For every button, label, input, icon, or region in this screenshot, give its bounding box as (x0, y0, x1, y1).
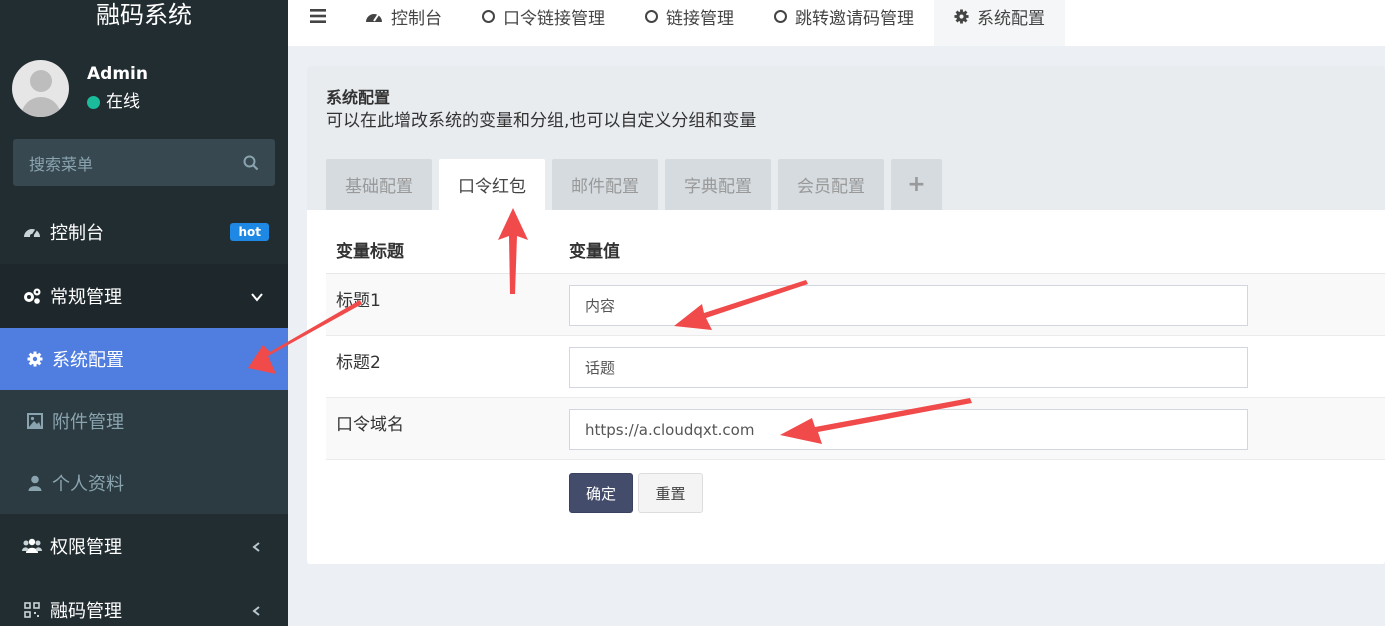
qrcode-icon (22, 601, 42, 619)
column-header-value: 变量值 (569, 242, 620, 262)
sidebar-item-rongma[interactable]: 融码管理 (0, 578, 288, 626)
sidebar-item-general[interactable]: 常规管理 (0, 264, 288, 328)
tab-dict-config[interactable]: 字典配置 (665, 159, 771, 210)
variable-value-input[interactable] (569, 409, 1248, 450)
circle-icon (645, 9, 658, 23)
app-root: 融码系统 Admin 在线 搜索菜单 控制台 hot 常规管理 系统配置 附件管… (0, 0, 1385, 626)
circle-icon (774, 9, 787, 23)
users-icon (22, 537, 42, 555)
gear-icon (26, 350, 44, 368)
config-table: 变量标题 变量值 标题1 标题2 口令域名 (326, 226, 1385, 460)
sidebar-submenu: 系统配置 附件管理 个人资料 (0, 328, 288, 514)
avatar (12, 59, 69, 117)
sidebar-item-attachments[interactable]: 附件管理 (0, 390, 288, 452)
image-icon (26, 412, 44, 430)
search-input[interactable]: 搜索菜单 (13, 139, 275, 186)
confirm-button[interactable]: 确定 (569, 473, 633, 513)
gear-icon (954, 8, 969, 24)
dashboard-icon (22, 223, 42, 241)
app-title: 融码系统 (96, 1, 192, 29)
column-header-title: 变量标题 (336, 242, 404, 262)
reset-button[interactable]: 重置 (638, 473, 703, 513)
form-actions: 确定 重置 (569, 473, 703, 513)
variable-label: 标题2 (336, 353, 381, 373)
sidebar-item-dashboard[interactable]: 控制台 hot (0, 200, 288, 264)
sidebar: 融码系统 Admin 在线 搜索菜单 控制台 hot 常规管理 系统配置 附件管… (0, 0, 288, 626)
config-panel: 系统配置 可以在此增改系统的变量和分组,也可以自定义分组和变量 基础配置 口令红… (307, 66, 1385, 564)
tab-dashboard[interactable]: 控制台 (348, 0, 462, 46)
variable-value-input[interactable] (569, 347, 1248, 388)
variable-label: 口令域名 (336, 415, 404, 435)
tab-password-link[interactable]: 口令链接管理 (462, 0, 625, 46)
hamburger-icon (310, 9, 326, 23)
search-icon (243, 155, 259, 170)
table-row: 标题1 (326, 274, 1385, 336)
table-row: 口令域名 (326, 398, 1385, 460)
hot-badge: hot (230, 223, 269, 241)
table-header: 变量标题 变量值 (326, 226, 1385, 274)
top-nav: 控制台 口令链接管理 链接管理 跳转邀请码管理 系统配置 (288, 0, 1385, 46)
sidebar-item-profile[interactable]: 个人资料 (0, 452, 288, 514)
user-name: Admin (87, 64, 148, 84)
chevron-down-icon (251, 293, 263, 302)
dashboard-icon (365, 9, 383, 24)
tab-mail-config[interactable]: 邮件配置 (552, 159, 658, 210)
sidebar-item-system-config[interactable]: 系统配置 (0, 328, 288, 390)
chevron-left-icon (252, 606, 260, 616)
panel-header: 系统配置 可以在此增改系统的变量和分组,也可以自定义分组和变量 基础配置 口令红… (307, 66, 1385, 210)
chevron-left-icon (252, 542, 260, 552)
sidebar-item-permissions[interactable]: 权限管理 (0, 514, 288, 578)
sidebar-toggle-button[interactable] (288, 0, 348, 46)
user-panel: Admin 在线 (12, 58, 148, 118)
tab-basic-config[interactable]: 基础配置 (326, 159, 432, 210)
add-tab-button[interactable]: + (891, 159, 942, 210)
tab-password-redpacket[interactable]: 口令红包 (439, 159, 545, 210)
user-icon (26, 474, 44, 492)
table-row: 标题2 (326, 336, 1385, 398)
tab-system-config[interactable]: 系统配置 (934, 0, 1065, 46)
sidebar-menu: 控制台 hot 常规管理 系统配置 附件管理 个人资料 权限管理 融码管理 (0, 200, 288, 626)
config-tabs: 基础配置 口令红包 邮件配置 字典配置 会员配置 + (326, 159, 949, 210)
user-status: 在线 (87, 88, 148, 116)
online-dot-icon (87, 95, 100, 109)
cogs-icon (22, 287, 42, 305)
tab-member-config[interactable]: 会员配置 (778, 159, 884, 210)
page-subtitle: 可以在此增改系统的变量和分组,也可以自定义分组和变量 (326, 111, 757, 131)
tab-invite-code[interactable]: 跳转邀请码管理 (754, 0, 934, 46)
variable-label: 标题1 (336, 291, 381, 311)
tab-link-manage[interactable]: 链接管理 (625, 0, 754, 46)
variable-value-input[interactable] (569, 285, 1248, 326)
page-title: 系统配置 (326, 88, 391, 107)
circle-icon (482, 9, 495, 23)
